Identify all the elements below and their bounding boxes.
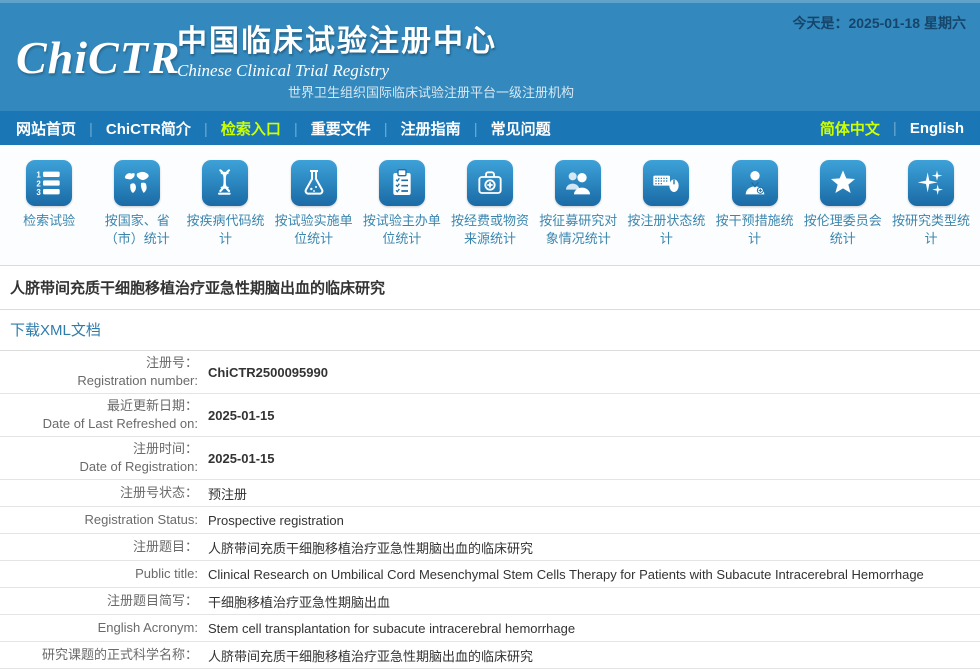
site-titles: 中国临床试验注册中心 Chinese Clinical Trial Regist…: [177, 16, 497, 81]
row-value: 2025-01-15: [208, 451, 275, 466]
svg-text:1: 1: [36, 171, 41, 180]
nav-item-documents[interactable]: 重要文件: [281, 118, 371, 139]
toolbar-item-by-intervention[interactable]: 按干预措施统计: [711, 160, 799, 265]
nav-item-faq[interactable]: 常见问题: [461, 118, 551, 139]
nav-item-search[interactable]: 检索入口: [191, 118, 281, 139]
lang-switch-en[interactable]: English: [880, 120, 964, 137]
table-row-public-title-zh: 注册题目： 人脐带间充质干细胞移植治疗亚急性期脑出血的临床研究: [0, 534, 980, 561]
row-value: 预注册: [208, 484, 247, 503]
today-date: 今天是：2025-01-18 星期六: [792, 13, 966, 33]
row-label-zh: 注册号：: [0, 354, 198, 372]
statistics-toolbar: 1 2 3 检索试验 按国家、省（市）统计 按疾病代码统计: [0, 145, 980, 266]
toolbar-item-by-registration-status[interactable]: 按注册状态统计: [622, 160, 710, 265]
nav-item-guide[interactable]: 注册指南: [371, 118, 461, 139]
row-value: Stem cell transplantation for subacute i…: [208, 621, 575, 636]
star-icon: [827, 167, 859, 199]
chictr-logo[interactable]: ChiCTR: [16, 31, 181, 84]
toolbar-item-by-funding-source[interactable]: 按经费或物资来源统计: [446, 160, 534, 265]
numbered-list-icon: 1 2 3: [33, 167, 65, 199]
table-row-acronym-en: English Acronym: Stem cell transplantati…: [0, 615, 980, 642]
row-label-zh: 最近更新日期：: [0, 397, 198, 415]
flask-icon: [298, 167, 330, 199]
page-title: 人脐带间充质干细胞移植治疗亚急性期脑出血的临床研究: [0, 266, 980, 310]
row-label-zh: 注册题目：: [0, 538, 198, 556]
toolbar-item-label: 按研究类型统计: [887, 212, 975, 248]
row-label-en: Public title:: [0, 565, 198, 583]
row-label-zh: 注册题目简写：: [0, 592, 198, 610]
table-row-public-title-en: Public title: Clinical Research on Umbil…: [0, 561, 980, 588]
toolbar-item-by-recruitment-status[interactable]: 按征募研究对象情况统计: [534, 160, 622, 265]
svg-text:3: 3: [36, 188, 41, 197]
toolbar-item-label: 按经费或物资来源统计: [446, 212, 534, 248]
download-xml-link[interactable]: 下载XML文档: [10, 322, 101, 339]
row-value: 人脐带间充质干细胞移植治疗亚急性期脑出血的临床研究: [208, 538, 533, 557]
row-value: Clinical Research on Umbilical Cord Mese…: [208, 567, 924, 582]
dna-icon: [209, 167, 241, 199]
row-label-zh: 注册时间：: [0, 440, 198, 458]
row-label-en: Registration number:: [0, 372, 198, 390]
keyboard-mouse-icon: [650, 167, 682, 199]
toolbar-item-label: 按试验主办单位统计: [358, 212, 446, 248]
row-label-en: English Acronym:: [0, 619, 198, 637]
toolbar-item-by-ethics-committee[interactable]: 按伦理委员会统计: [799, 160, 887, 265]
sparkles-icon: [915, 167, 947, 199]
site-title-zh: 中国临床试验注册中心: [177, 16, 497, 60]
lang-switch-zh[interactable]: 简体中文: [820, 118, 880, 139]
toolbar-item-by-sponsor-unit[interactable]: 按试验主办单位统计: [358, 160, 446, 265]
table-row-scientific-title-zh: 研究课题的正式科学名称： 人脐带间充质干细胞移植治疗亚急性期脑出血的临床研究: [0, 642, 980, 669]
clipboard-icon: [386, 167, 418, 199]
main-nav: 网站首页 ChiCTR简介 检索入口 重要文件 注册指南 常见问题 简体中文 E…: [0, 111, 980, 145]
table-row-registration-number: 注册号： Registration number: ChiCTR25000959…: [0, 351, 980, 394]
toolbar-item-by-study-type[interactable]: 按研究类型统计: [887, 160, 975, 265]
toolbar-item-label: 按干预措施统计: [711, 212, 799, 248]
nav-item-home[interactable]: 网站首页: [16, 118, 76, 139]
table-row-last-refreshed: 最近更新日期： Date of Last Refreshed on: 2025-…: [0, 394, 980, 437]
site-header: ChiCTR 中国临床试验注册中心 Chinese Clinical Trial…: [0, 0, 980, 111]
table-row-registration-date: 注册时间： Date of Registration: 2025-01-15: [0, 437, 980, 480]
toolbar-item-label: 检索试验: [5, 212, 93, 230]
nav-item-about[interactable]: ChiCTR简介: [76, 118, 191, 139]
row-label-zh: 研究课题的正式科学名称：: [0, 646, 198, 664]
table-row-status-zh: 注册号状态： 预注册: [0, 480, 980, 507]
toolbar-item-label: 按征募研究对象情况统计: [534, 212, 622, 248]
site-subtitle: 世界卫生组织国际临床试验注册平台一级注册机构: [288, 82, 574, 101]
site-title-en: Chinese Clinical Trial Registry: [177, 61, 497, 81]
row-value: 2025-01-15: [208, 408, 275, 423]
toolbar-item-label: 按试验实施单位统计: [270, 212, 358, 248]
table-row-status-en: Registration Status: Prospective registr…: [0, 507, 980, 534]
trial-detail-content: 人脐带间充质干细胞移植治疗亚急性期脑出血的临床研究 下载XML文档 注册号： R…: [0, 266, 980, 669]
toolbar-item-by-implementation-unit[interactable]: 按试验实施单位统计: [270, 160, 358, 265]
row-value: ChiCTR2500095990: [208, 365, 328, 380]
row-value: Prospective registration: [208, 513, 344, 528]
row-value: 干细胞移植治疗亚急性期脑出血: [208, 592, 390, 611]
toolbar-item-by-disease-code[interactable]: 按疾病代码统计: [181, 160, 269, 265]
toolbar-item-label: 按伦理委员会统计: [799, 212, 887, 248]
toolbar-item-label: 按注册状态统计: [622, 212, 710, 248]
table-row-acronym-zh: 注册题目简写： 干细胞移植治疗亚急性期脑出血: [0, 588, 980, 615]
row-value: 人脐带间充质干细胞移植治疗亚急性期脑出血的临床研究: [208, 646, 533, 665]
medical-bag-icon: [474, 167, 506, 199]
world-map-icon: [121, 167, 153, 199]
toolbar-item-label: 按疾病代码统计: [181, 212, 269, 248]
row-label-en: Date of Last Refreshed on:: [0, 415, 198, 433]
row-label-zh: 注册号状态：: [0, 484, 198, 502]
row-label-en: Date of Registration:: [0, 458, 198, 476]
download-xml-row: 下载XML文档: [0, 310, 980, 351]
svg-text:2: 2: [36, 179, 41, 188]
toolbar-item-label: 按国家、省（市）统计: [93, 212, 181, 248]
people-icon: [562, 167, 594, 199]
toolbar-item-search-trials[interactable]: 1 2 3 检索试验: [5, 160, 93, 265]
row-label-en: Registration Status:: [0, 511, 198, 529]
registration-table: 注册号： Registration number: ChiCTR25000959…: [0, 351, 980, 669]
doctor-icon: [739, 167, 771, 199]
toolbar-item-by-country[interactable]: 按国家、省（市）统计: [93, 160, 181, 265]
